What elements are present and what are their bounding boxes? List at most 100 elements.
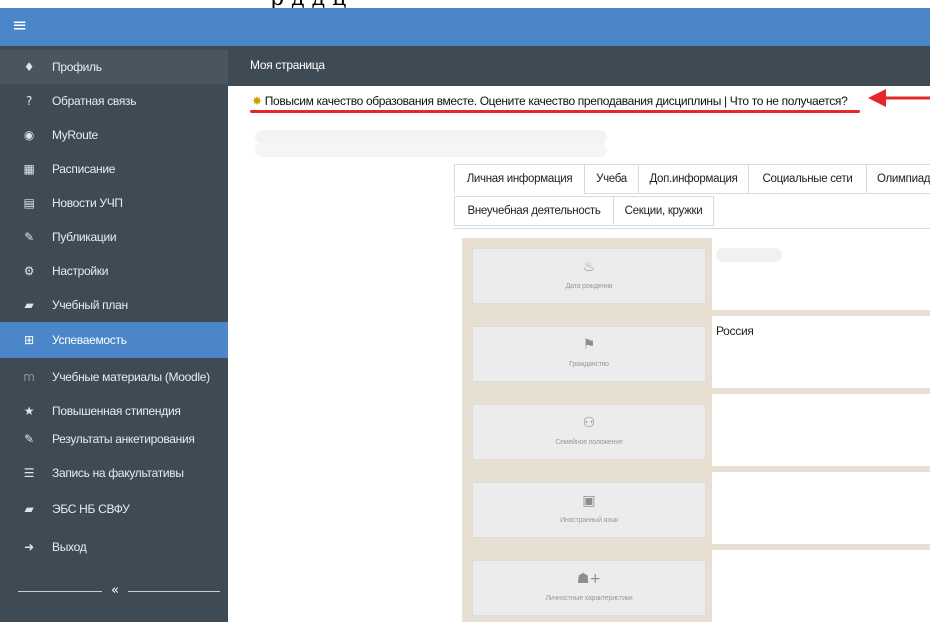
moodle-icon: m xyxy=(23,370,35,384)
info-label-box: ▣ Иностранный язык xyxy=(472,482,706,538)
info-row-citizenship: ⚑ Гражданство Россия xyxy=(462,316,930,388)
tab-extracurricular[interactable]: Внеучебная деятельность xyxy=(454,196,614,226)
family-icon: ⚇ xyxy=(582,415,596,431)
sidebar-item-label: Учебные материалы (Moodle) xyxy=(52,370,210,384)
sidebar-item-feedback[interactable]: ? Обратная связь xyxy=(0,84,228,118)
sidebar-item-label: Результаты анкетирования xyxy=(52,432,195,446)
sidebar: ♦ Профиль ? Обратная связь ◉ MyRoute ▦ Р… xyxy=(0,46,228,622)
info-label: Иностранный язык xyxy=(560,517,618,524)
person-icon: ♦ xyxy=(23,60,35,74)
redacted-name xyxy=(255,130,607,144)
quality-banner: ✸ Повысим качество образования вместе. Оц… xyxy=(252,94,848,108)
sidebar-item-publications[interactable]: ✎ Публикации xyxy=(0,220,228,254)
sidebar-item-electives[interactable]: ☰ Запись на факультативы xyxy=(0,456,228,490)
info-row-personal-traits: ☗+ Личностные характеристики xyxy=(462,550,930,622)
sun-icon: ✸ xyxy=(252,94,262,108)
banner-help-link[interactable]: Что то не получается? xyxy=(730,94,848,108)
sidebar-item-schedule[interactable]: ▦ Расписание xyxy=(0,152,228,186)
sidebar-item-label: Выход xyxy=(52,540,87,554)
redacted-name xyxy=(255,143,607,157)
info-label-box: ♨ Дата рождения xyxy=(472,248,706,304)
sidebar-item-label: Успеваемость xyxy=(52,333,127,347)
info-value-box: Россия xyxy=(712,316,930,388)
sidebar-item-label: Настройки xyxy=(52,264,109,278)
sidebar-item-label: MyRoute xyxy=(52,128,98,142)
banner-separator: | xyxy=(723,94,727,108)
info-label: Семейное положение xyxy=(555,439,623,446)
cake-icon: ♨ xyxy=(582,259,596,275)
redacted-value xyxy=(716,248,782,262)
banner-text[interactable]: Повысим качество образования вместе. Оце… xyxy=(265,94,722,108)
sidebar-item-label: Повышенная стипендия xyxy=(52,404,181,418)
sidebar-item-label: Обратная связь xyxy=(52,94,137,108)
tab-study[interactable]: Учеба xyxy=(584,164,639,194)
logout-icon: ➜ xyxy=(24,540,34,554)
tab-olympiads[interactable]: Олимпиад xyxy=(866,164,930,194)
info-label: Гражданство xyxy=(569,361,609,368)
list-icon: ☰ xyxy=(23,466,35,480)
hamburger-icon[interactable]: ≡ xyxy=(12,17,27,35)
sidebar-item-label: Учебный план xyxy=(52,298,128,312)
info-row-foreign-language: ▣ Иностранный язык xyxy=(462,472,930,544)
annotation-arrow xyxy=(868,89,930,107)
info-value-box xyxy=(712,550,930,622)
sidebar-item-label: Расписание xyxy=(52,162,116,176)
info-value-box xyxy=(712,394,930,466)
divider xyxy=(128,591,220,592)
user-add-icon: ☗+ xyxy=(576,571,602,587)
target-icon: ◉ xyxy=(23,128,35,142)
sidebar-item-logout[interactable]: ➜ Выход xyxy=(0,530,228,564)
divider xyxy=(18,591,102,592)
plus-square-icon: ⊞ xyxy=(24,333,34,347)
sidebar-item-myroute[interactable]: ◉ MyRoute xyxy=(0,118,228,152)
info-value-box xyxy=(712,238,930,310)
profile-tabs: Личная информация Учеба Доп.информация С… xyxy=(454,164,930,228)
info-value: Россия xyxy=(716,324,754,338)
sidebar-item-library[interactable]: ▰ ЭБС НБ СВФУ xyxy=(0,492,228,526)
sidebar-item-curriculum[interactable]: ▰ Учебный план xyxy=(0,288,228,322)
info-label-box: ☗+ Личностные характеристики xyxy=(472,560,706,616)
info-label-box: ⚇ Семейное положение xyxy=(472,404,706,460)
sidebar-collapse-button[interactable]: « xyxy=(104,583,126,599)
sidebar-item-grades[interactable]: ⊞ Успеваемость xyxy=(0,322,228,358)
language-icon: ▣ xyxy=(582,493,596,509)
personal-info-panel: ♨ Дата рождения ⚑ Гражданство Россия ⚇ С… xyxy=(462,238,930,622)
tab-personal-info[interactable]: Личная информация xyxy=(454,164,585,194)
tab-additional-info[interactable]: Доп.информация xyxy=(638,164,749,194)
divider xyxy=(454,228,930,229)
newspaper-icon: ▤ xyxy=(23,196,35,210)
book-icon: ▰ xyxy=(24,298,34,312)
grid-icon: ▦ xyxy=(23,162,35,176)
tab-clubs[interactable]: Секции, кружки xyxy=(613,196,714,226)
sidebar-item-settings[interactable]: ⚙ Настройки xyxy=(0,254,228,288)
top-bar: ≡ xyxy=(0,8,930,46)
info-label-box: ⚑ Гражданство xyxy=(472,326,706,382)
edit-icon: ✎ xyxy=(24,432,34,446)
sidebar-item-label: ЭБС НБ СВФУ xyxy=(52,502,130,516)
page-header: Моя страница xyxy=(228,46,930,86)
sidebar-item-label: Профиль xyxy=(52,60,102,74)
info-row-birthdate: ♨ Дата рождения xyxy=(462,238,930,310)
top-caption: р д д ц xyxy=(0,0,930,11)
sidebar-item-survey-results[interactable]: ✎ Результаты анкетирования xyxy=(0,422,228,456)
info-label: Личностные характеристики xyxy=(545,595,633,602)
sidebar-item-label: Запись на факультативы xyxy=(52,466,184,480)
sidebar-item-news[interactable]: ▤ Новости УЧП xyxy=(0,186,228,220)
info-row-marital-status: ⚇ Семейное положение xyxy=(462,394,930,466)
page-title: Моя страница xyxy=(250,58,325,72)
annotation-underline xyxy=(250,110,860,113)
tab-social-networks[interactable]: Социальные сети xyxy=(748,164,867,194)
sidebar-collapse: « xyxy=(18,583,220,599)
question-icon: ? xyxy=(25,94,33,108)
flag-icon: ⚑ xyxy=(582,337,596,353)
sidebar-item-label: Новости УЧП xyxy=(52,196,123,210)
sidebar-item-profile[interactable]: ♦ Профиль xyxy=(0,50,228,84)
sidebar-item-moodle[interactable]: m Учебные материалы (Moodle) xyxy=(0,360,228,394)
book-icon: ▰ xyxy=(24,502,34,516)
gear-icon: ⚙ xyxy=(23,264,35,278)
sidebar-item-label: Публикации xyxy=(52,230,117,244)
edit-icon: ✎ xyxy=(24,230,34,244)
info-label: Дата рождения xyxy=(565,283,613,290)
star-icon: ★ xyxy=(23,404,35,418)
info-value-box xyxy=(712,472,930,544)
